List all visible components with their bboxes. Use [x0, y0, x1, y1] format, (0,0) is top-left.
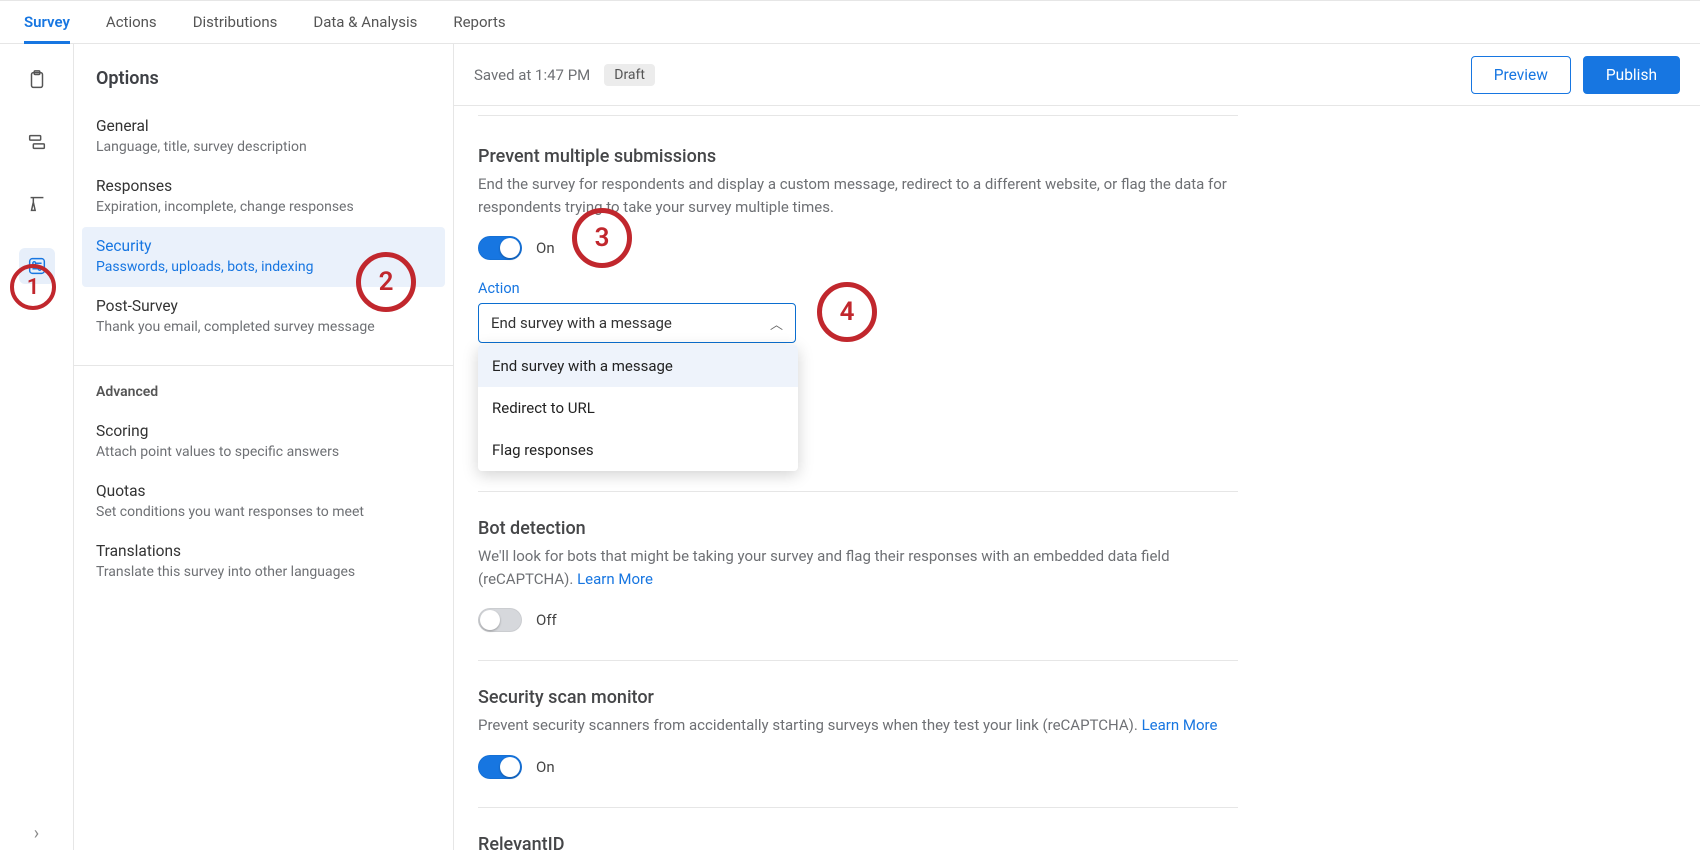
sidebar-item-sub: Translate this survey into other languag… [96, 564, 431, 580]
main-header: Saved at 1:47 PM Draft Preview Publish [454, 44, 1700, 106]
top-tabs: Survey Actions Distributions Data & Anal… [0, 0, 1700, 44]
saved-timestamp: Saved at 1:47 PM [474, 66, 590, 84]
expand-rail-icon[interactable]: › [34, 823, 39, 844]
block-description: Prevent security scanners from accidenta… [478, 714, 1238, 737]
block-prevent-multiple: Prevent multiple submissions End the sur… [478, 115, 1238, 491]
sidebar-item-label: Scoring [96, 422, 431, 440]
sidebar-item-sub: Expiration, incomplete, change responses [96, 199, 431, 215]
tab-reports[interactable]: Reports [453, 1, 505, 43]
prevent-multiple-toggle[interactable] [478, 236, 522, 260]
sidebar-item-label: Security [96, 237, 431, 255]
sidebar-item-quotas[interactable]: Quotas Set conditions you want responses… [74, 472, 453, 532]
sidebar-item-label: Quotas [96, 482, 431, 500]
security-scan-toggle[interactable] [478, 755, 522, 779]
options-sidebar: Options General Language, title, survey … [74, 44, 454, 850]
options-heading: Options [96, 68, 453, 89]
chevron-up-icon: ︿ [770, 314, 783, 333]
action-select[interactable]: End survey with a message ︿ End survey w… [478, 303, 796, 343]
sidebar-item-label: Translations [96, 542, 431, 560]
publish-button[interactable]: Publish [1583, 56, 1680, 94]
tab-survey[interactable]: Survey [24, 1, 70, 43]
block-title: Security scan monitor [478, 687, 1238, 708]
main-area: Saved at 1:47 PM Draft Preview Publish P… [454, 44, 1700, 850]
block-title: RelevantID [478, 834, 1238, 850]
sidebar-item-post-survey[interactable]: Post-Survey Thank you email, completed s… [74, 287, 453, 347]
option-flag-responses[interactable]: Flag responses [478, 429, 798, 471]
sidebar-item-label: Post-Survey [96, 297, 431, 315]
sidebar-item-scoring[interactable]: Scoring Attach point values to specific … [74, 412, 453, 472]
settings-sliders-icon[interactable] [19, 248, 55, 284]
sidebar-item-label: Responses [96, 177, 431, 195]
block-title: Bot detection [478, 518, 1238, 539]
block-description: We'll look for bots that might be taking… [478, 545, 1238, 590]
sidebar-item-sub: Language, title, survey description [96, 139, 431, 155]
sidebar-item-label: General [96, 117, 431, 135]
learn-more-link[interactable]: Learn More [577, 570, 653, 588]
block-security-scan: Security scan monitor Prevent security s… [478, 660, 1238, 807]
block-description: End the survey for respondents and displ… [478, 173, 1238, 218]
block-title: Prevent multiple submissions [478, 146, 1238, 167]
status-badge: Draft [604, 64, 655, 86]
tab-distributions[interactable]: Distributions [193, 1, 278, 43]
sidebar-item-sub: Attach point values to specific answers [96, 444, 431, 460]
tab-actions[interactable]: Actions [106, 1, 157, 43]
sidebar-item-responses[interactable]: Responses Expiration, incomplete, change… [74, 167, 453, 227]
action-field-label: Action [478, 280, 1238, 297]
learn-more-link[interactable]: Learn More [1142, 716, 1218, 734]
tab-data-analysis[interactable]: Data & Analysis [313, 1, 417, 43]
option-end-with-message[interactable]: End survey with a message [478, 345, 798, 387]
sidebar-item-general[interactable]: General Language, title, survey descript… [74, 107, 453, 167]
flow-icon[interactable] [19, 124, 55, 160]
sidebar-item-security[interactable]: Security Passwords, uploads, bots, index… [82, 227, 445, 287]
paintbrush-icon[interactable] [19, 186, 55, 222]
block-bot-detection: Bot detection We'll look for bots that m… [478, 491, 1238, 660]
sidebar-item-sub: Thank you email, completed survey messag… [96, 319, 431, 335]
option-redirect-url[interactable]: Redirect to URL [478, 387, 798, 429]
desc-text: Prevent security scanners from accidenta… [478, 716, 1142, 734]
bot-detection-toggle[interactable] [478, 608, 522, 632]
divider [74, 365, 453, 366]
select-value: End survey with a message [491, 314, 672, 332]
toggle-state-label: Off [536, 611, 557, 629]
block-relevantid: RelevantID Analyze a respondent's browse… [478, 807, 1238, 850]
toggle-state-label: On [536, 239, 555, 257]
left-rail: › [0, 44, 74, 850]
action-dropdown: End survey with a message Redirect to UR… [478, 345, 798, 471]
advanced-section-label: Advanced [74, 380, 453, 412]
sidebar-item-translations[interactable]: Translations Translate this survey into … [74, 532, 453, 592]
toggle-state-label: On [536, 758, 555, 776]
sidebar-item-sub: Set conditions you want responses to mee… [96, 504, 431, 520]
sidebar-item-sub: Passwords, uploads, bots, indexing [96, 259, 431, 275]
preview-button[interactable]: Preview [1471, 56, 1571, 94]
clipboard-icon[interactable] [19, 62, 55, 98]
